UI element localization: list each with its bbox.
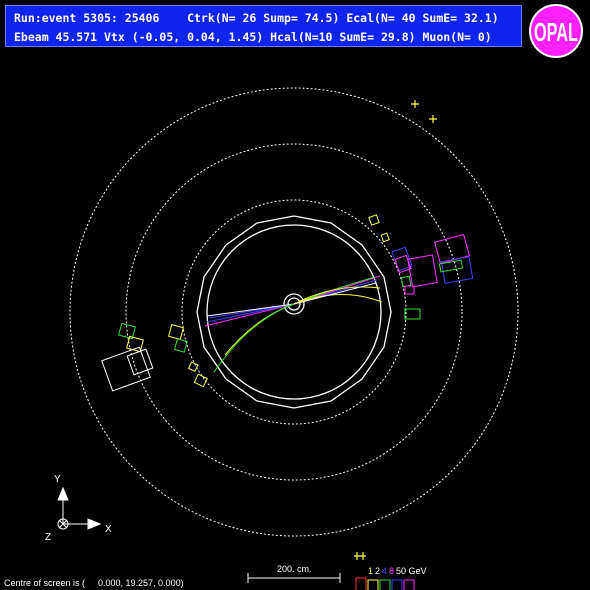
ecal-block — [380, 232, 390, 243]
hit-cross — [411, 100, 419, 108]
track — [293, 286, 381, 305]
outer-muon-ring — [69, 87, 519, 537]
length-scale-label: 200. cm. — [277, 564, 312, 574]
energy-scale-2: 2 — [375, 566, 380, 576]
ecal-block — [400, 275, 412, 288]
track — [293, 294, 383, 305]
ecal-block — [404, 308, 421, 320]
track — [204, 303, 295, 327]
hcal-clusters — [407, 233, 474, 288]
middle-hcal-ring — [125, 143, 463, 481]
hcal-block — [434, 233, 470, 265]
hit-cross — [429, 115, 437, 123]
muon-hit-markers — [411, 100, 437, 123]
track — [293, 282, 377, 305]
ecal-block — [174, 338, 188, 353]
axis-indicator — [57, 486, 102, 530]
energy-scale-50gev: 50 GeV — [396, 566, 427, 576]
ecal-block — [187, 361, 199, 372]
hcal-block — [101, 346, 151, 392]
hcal-block — [407, 254, 438, 288]
ecal-block — [168, 324, 184, 340]
ecal-block — [126, 335, 144, 353]
x-axis-label: X — [105, 524, 112, 535]
inner-ecal-ring — [181, 199, 407, 425]
opal-logo: OPAL — [529, 4, 583, 58]
energy-scale: 1 2 4 8 50 GeV — [354, 552, 427, 590]
centre-of-screen-values: 0.000, 19.257, 0.000) — [98, 578, 184, 588]
energy-scale-8: 8 — [389, 566, 394, 576]
logo-text: OPAL — [534, 17, 578, 47]
ecal-block — [368, 214, 380, 226]
y-axis-label: Y — [54, 474, 61, 485]
energy-scale-1: 1 — [368, 566, 373, 576]
energy-scale-4: 4 — [382, 566, 387, 576]
centre-of-screen-label: Centre of screen is ( — [4, 578, 85, 588]
event-display-canvas: OPAL Y X Z Centre of screen is (0.000, … — [4, 4, 583, 590]
track — [206, 303, 295, 323]
hcal-block — [126, 348, 154, 376]
jet-chamber-polygon — [196, 215, 392, 409]
track-group — [204, 275, 383, 373]
length-scale-bar — [247, 573, 341, 583]
z-axis-label: Z — [45, 532, 51, 543]
